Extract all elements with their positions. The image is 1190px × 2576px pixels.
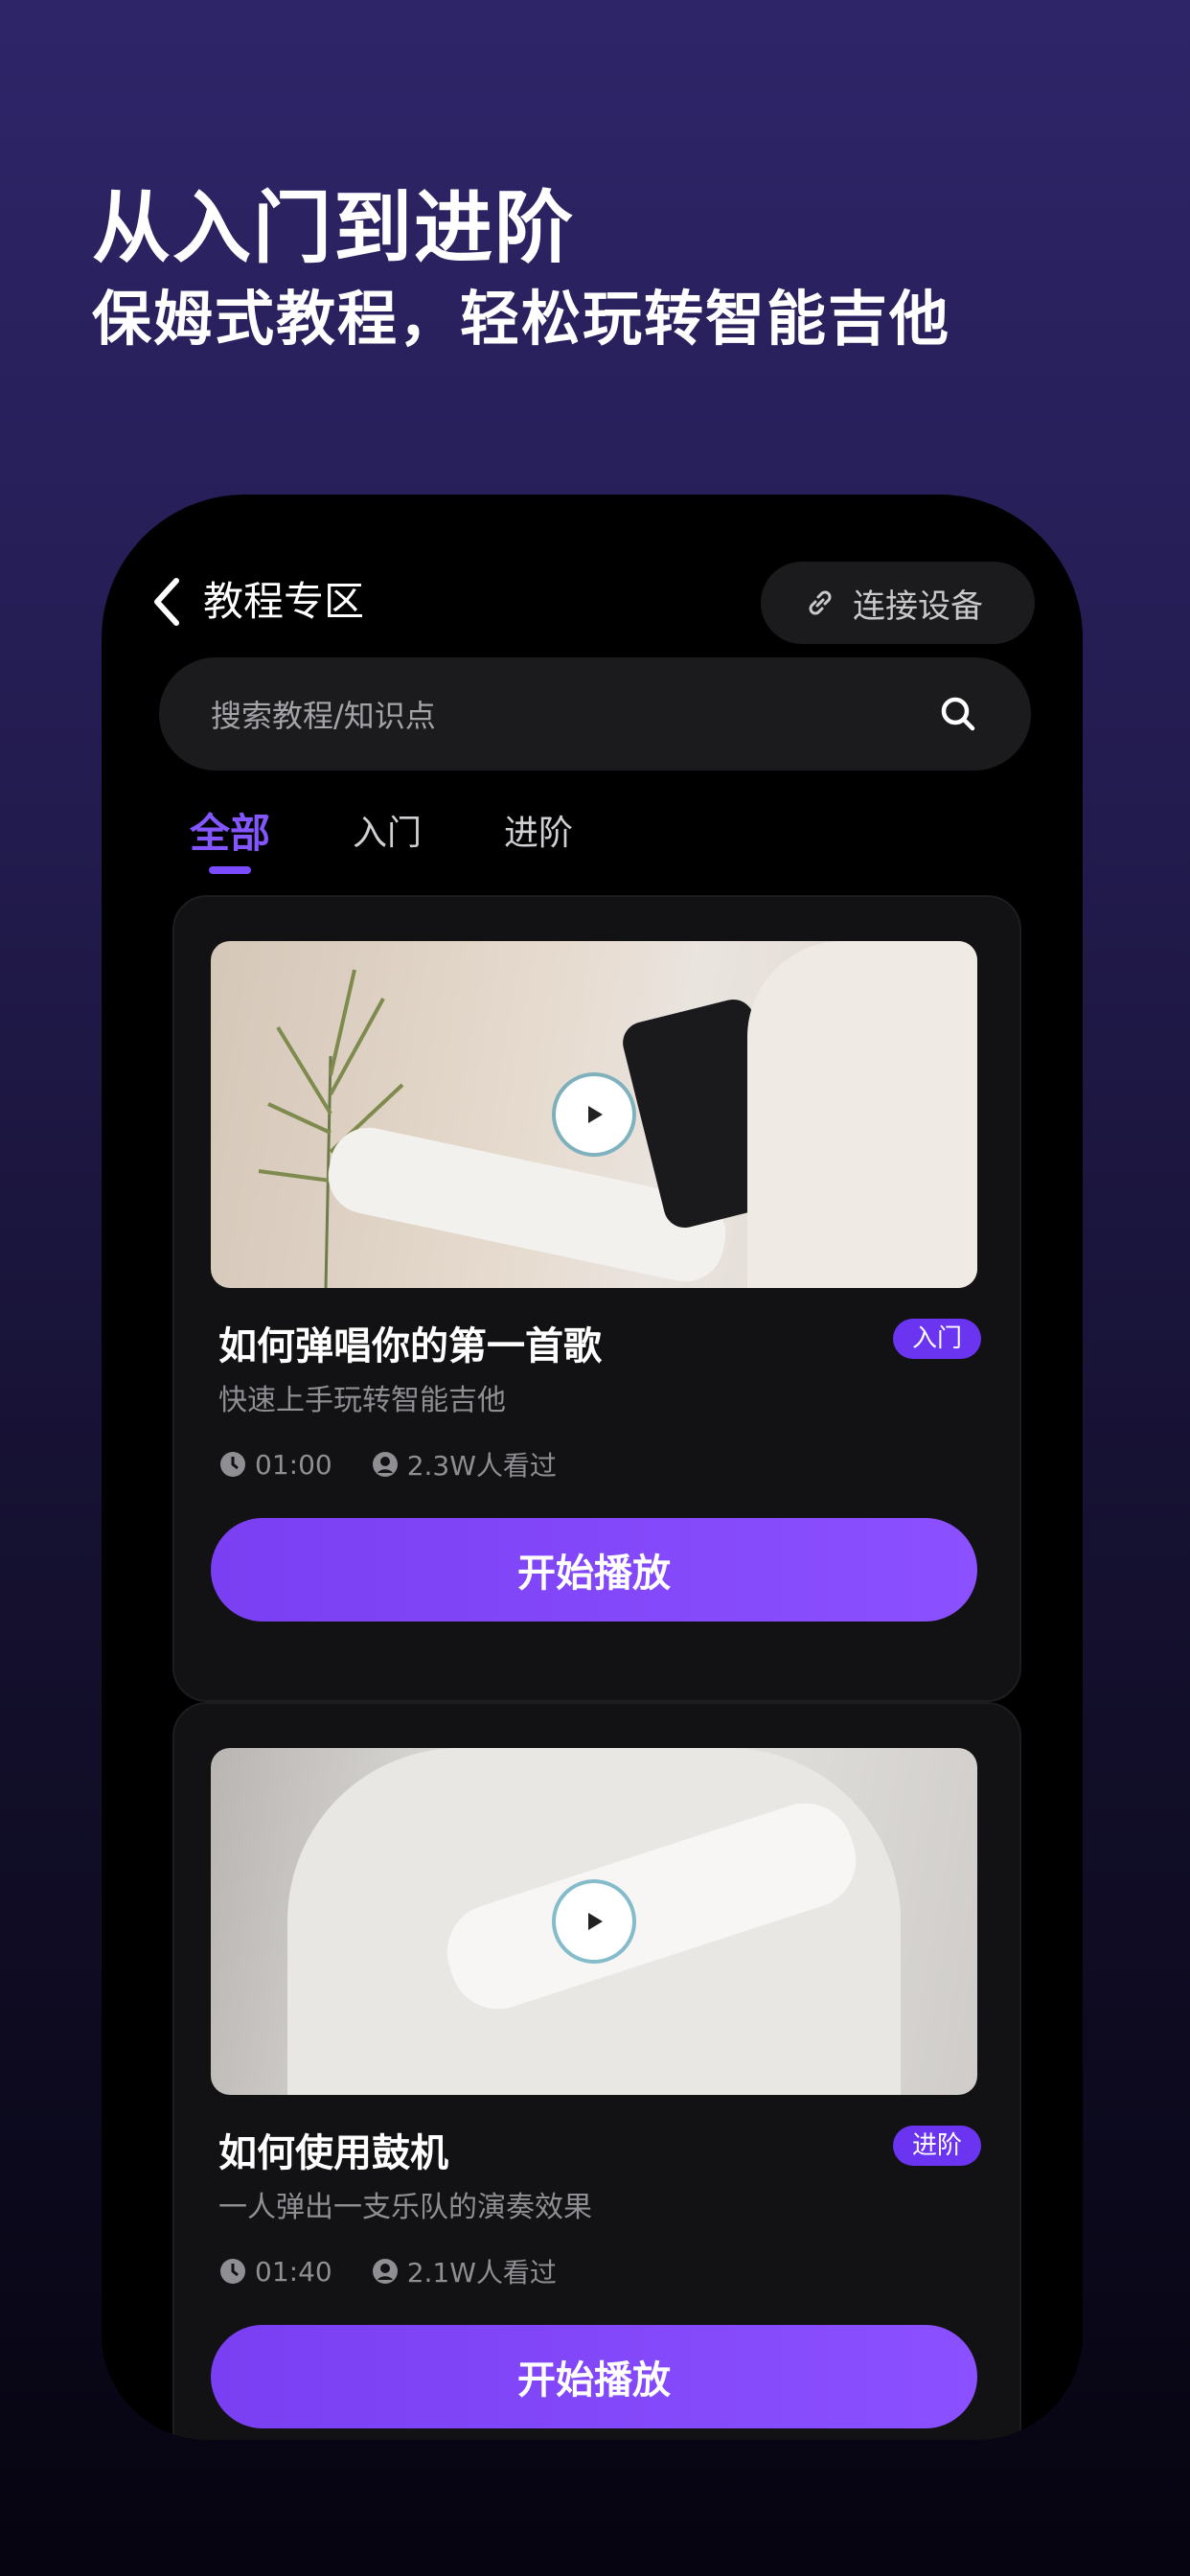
user-icon xyxy=(372,1452,398,1477)
category-tabs: 全部 入门 进阶 xyxy=(182,801,581,860)
duration: 01:00 xyxy=(255,1448,332,1481)
tutorial-card[interactable]: 如何弹唱你的第一首歌 入门 快速上手玩转智能吉他 01:00 2.3W人看过 开… xyxy=(172,895,1021,1702)
play-icon[interactable] xyxy=(556,1076,632,1153)
connect-device-button[interactable]: 连接设备 xyxy=(761,562,1035,644)
duration: 01:40 xyxy=(255,2255,332,2288)
person-shape xyxy=(747,941,977,1288)
connect-device-label: 连接设备 xyxy=(853,586,983,626)
hero-subtitle: 保姆式教程，轻松玩转智能吉他 xyxy=(92,284,951,355)
view-count: 2.1W人看过 xyxy=(406,2257,557,2288)
page-title: 教程专区 xyxy=(203,578,365,625)
tab-beginner[interactable]: 入门 xyxy=(345,805,429,855)
hero: 从入门到进阶 保姆式教程，轻松玩转智能吉他 xyxy=(92,182,950,356)
video-thumbnail[interactable] xyxy=(211,941,977,1288)
link-icon xyxy=(809,590,832,615)
card-meta: 01:00 2.3W人看过 xyxy=(218,1445,557,1484)
search-input[interactable]: 搜索教程/知识点 xyxy=(211,692,937,736)
chevron-left-icon xyxy=(154,578,179,626)
phone-mockup: 教程专区 连接设备 搜索教程/知识点 全部 入门 进阶 如何弹唱你的第一首歌 入… xyxy=(102,494,1083,2440)
play-icon[interactable] xyxy=(556,1883,632,1960)
clock-icon xyxy=(220,2259,245,2284)
level-badge: 进阶 xyxy=(892,2126,981,2166)
view-count: 2.3W人看过 xyxy=(406,1450,557,1482)
plant-illustration xyxy=(258,969,404,1288)
start-play-button[interactable]: 开始播放 xyxy=(211,1518,977,1622)
start-play-button[interactable]: 开始播放 xyxy=(211,2325,977,2428)
card-description: 快速上手玩转智能吉他 xyxy=(218,1384,506,1417)
card-description: 一人弹出一支乐队的演奏效果 xyxy=(218,2191,592,2224)
tutorial-card[interactable]: 如何使用鼓机 进阶 一人弹出一支乐队的演奏效果 01:40 2.1W人看过 开始… xyxy=(172,1702,1021,2440)
card-title: 如何弹唱你的第一首歌 xyxy=(218,1324,602,1368)
level-badge: 入门 xyxy=(892,1319,981,1359)
video-thumbnail[interactable] xyxy=(211,1748,977,2095)
search-bar[interactable]: 搜索教程/知识点 xyxy=(159,657,1031,770)
back-button[interactable] xyxy=(148,575,192,629)
user-icon xyxy=(372,2259,398,2284)
card-title: 如何使用鼓机 xyxy=(218,2131,448,2175)
search-icon[interactable] xyxy=(937,693,979,735)
navbar: 教程专区 连接设备 xyxy=(102,546,1083,652)
tab-all[interactable]: 全部 xyxy=(182,801,278,860)
hero-title: 从入门到进阶 xyxy=(92,183,576,274)
clock-icon xyxy=(220,1452,245,1477)
tab-advanced[interactable]: 进阶 xyxy=(496,805,581,855)
card-meta: 01:40 2.1W人看过 xyxy=(218,2252,557,2290)
